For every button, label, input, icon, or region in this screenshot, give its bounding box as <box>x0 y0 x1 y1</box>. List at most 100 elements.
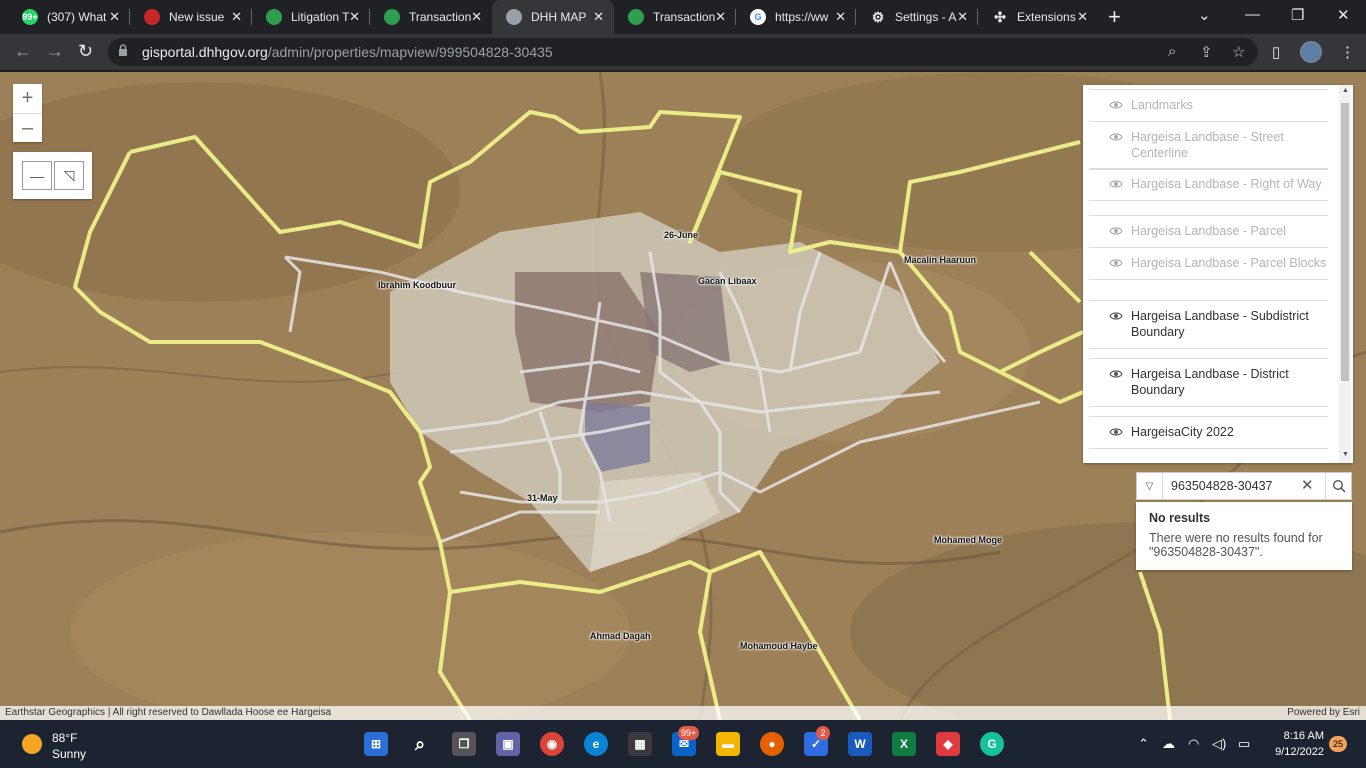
eye-icon[interactable] <box>1109 177 1123 191</box>
search-source-dropdown[interactable]: ▽ <box>1137 473 1163 499</box>
layer-label: Hargeisa Landbase - Parcel <box>1131 224 1286 238</box>
map-attribution: Earthstar Geographics | All right reserv… <box>0 706 1366 720</box>
side-panel-icon[interactable]: ▯ <box>1272 43 1280 61</box>
close-tab-icon[interactable]: ✕ <box>1077 9 1088 25</box>
tab-label: (307) What <box>47 10 107 24</box>
search-taskbar-icon[interactable]: ⌕ <box>408 732 432 756</box>
close-tab-icon[interactable]: ✕ <box>715 9 726 25</box>
address-bar[interactable]: gisportal.dhhgov.org/admin/properties/ma… <box>108 38 1258 66</box>
temperature: 88°F <box>52 731 78 745</box>
edge-icon[interactable]: e <box>584 732 608 756</box>
browser-tab[interactable]: G https://ww ✕ <box>736 0 856 34</box>
start-icon[interactable]: ⊞ <box>364 732 388 756</box>
attribution-text: Earthstar Geographics | All right reserv… <box>5 707 332 718</box>
puzzle-icon: ✣ <box>994 8 1006 25</box>
teams-icon[interactable]: ▣ <box>496 732 520 756</box>
eye-icon[interactable] <box>1109 367 1123 381</box>
close-window-icon[interactable]: ✕ <box>1337 6 1350 24</box>
layer-item[interactable]: Hargeisa Landbase - Right of Way <box>1089 168 1328 201</box>
eye-icon[interactable] <box>1109 425 1123 439</box>
layer-item[interactable]: Hargeisa Landbase - Parcel <box>1089 215 1328 248</box>
zoom-icon[interactable]: ⌕ <box>1168 43 1176 60</box>
menu-icon[interactable]: ⋮ <box>1340 43 1355 61</box>
system-clock[interactable]: 8:16 AM 9/12/2022 <box>1262 728 1324 760</box>
browser-tab[interactable]: ⚙ Settings - A ✕ <box>856 0 978 34</box>
tab-label: New issue <box>169 10 225 24</box>
onedrive-icon[interactable]: ☁ <box>1162 736 1175 752</box>
eye-icon[interactable] <box>1109 256 1123 270</box>
new-tab-button[interactable]: + <box>1108 4 1121 30</box>
forward-icon[interactable]: → <box>46 41 64 62</box>
tab-search-icon[interactable]: ⌄ <box>1198 6 1211 24</box>
profile-avatar[interactable] <box>1300 41 1322 63</box>
layer-item[interactable]: Hargeisa Landbase - Street Centerline <box>1089 121 1328 170</box>
file-explorer-icon[interactable]: ▬ <box>716 732 740 756</box>
close-tab-icon[interactable]: ✕ <box>957 9 968 25</box>
layer-item[interactable]: Hargeisa Landbase - Subdistrict Boundary <box>1089 300 1328 349</box>
firefox-icon[interactable]: ● <box>760 732 784 756</box>
close-tab-icon[interactable]: ✕ <box>593 9 604 25</box>
place-label: Ibrahim Koodbuur <box>378 280 456 290</box>
share-icon[interactable]: ⇪ <box>1200 43 1213 61</box>
browser-tab[interactable]: New issue ✕ <box>130 0 252 34</box>
minimize-icon[interactable]: — <box>1245 6 1260 23</box>
draw-line-button[interactable]: — <box>22 161 52 190</box>
wifi-icon[interactable]: ◠ <box>1188 736 1199 752</box>
close-tab-icon[interactable]: ✕ <box>471 9 482 25</box>
zoom-out-button[interactable]: – <box>13 113 42 142</box>
tab-label: Transaction <box>409 10 472 24</box>
browser-tab[interactable]: Transaction ✕ <box>614 0 736 34</box>
restore-icon[interactable]: ❐ <box>1291 6 1304 24</box>
show-hidden-icons-icon[interactable]: ⌃ <box>1138 736 1149 752</box>
eye-icon[interactable] <box>1109 130 1123 144</box>
browser-tab[interactable]: Transaction ✕ <box>370 0 492 34</box>
place-label: Ahmad Dagah <box>590 631 651 641</box>
place-label: 26-June <box>664 230 699 240</box>
excel-icon[interactable]: X <box>892 732 916 756</box>
eye-icon[interactable] <box>1109 309 1123 323</box>
search-button[interactable] <box>1325 473 1352 499</box>
close-tab-icon[interactable]: ✕ <box>109 9 120 25</box>
close-tab-icon[interactable]: ✕ <box>349 9 360 25</box>
volume-icon[interactable]: ◁) <box>1212 736 1226 752</box>
layer-label: Hargeisa Landbase - District Boundary <box>1131 367 1289 397</box>
chrome-icon[interactable]: ◉ <box>540 732 564 756</box>
draw-polygon-button[interactable]: ◹ <box>54 161 84 190</box>
reload-icon[interactable]: ↻ <box>78 41 93 62</box>
powered-by-esri[interactable]: Powered by Esri <box>1287 706 1360 720</box>
back-icon[interactable]: ← <box>14 41 32 62</box>
browser-tab[interactable]: ✣ Extensions ✕ <box>978 0 1098 34</box>
weather-condition: Sunny <box>52 747 87 761</box>
todo-badge: 2 <box>816 726 830 740</box>
clear-search-icon[interactable]: ✕ <box>1301 476 1314 494</box>
eye-icon[interactable] <box>1109 98 1123 112</box>
task-view-icon[interactable]: ❐ <box>452 732 476 756</box>
close-tab-icon[interactable]: ✕ <box>231 9 242 25</box>
grammarly-icon[interactable]: G <box>980 732 1004 756</box>
eye-icon[interactable] <box>1109 224 1123 238</box>
close-tab-icon[interactable]: ✕ <box>835 9 846 25</box>
layer-item[interactable]: Hargeisa Landbase - District Boundary <box>1089 358 1328 407</box>
word-icon[interactable]: W <box>848 732 872 756</box>
store-icon[interactable]: ▦ <box>628 732 652 756</box>
layer-list-scrollbar[interactable]: ▲ ▼ <box>1339 85 1351 463</box>
draw-toolbar: — ◹ <box>13 152 92 199</box>
layer-item[interactable]: HargeisaCity 2022 <box>1089 416 1328 449</box>
scrollbar-thumb[interactable] <box>1341 103 1349 381</box>
bookmark-star-icon[interactable]: ☆ <box>1232 43 1245 61</box>
scroll-down-arrow-icon[interactable]: ▼ <box>1342 451 1349 458</box>
browser-tab[interactable]: 99+ (307) What ✕ <box>8 0 130 34</box>
layer-item[interactable]: Landmarks <box>1089 89 1328 122</box>
zoom-in-button[interactable]: + <box>13 84 42 113</box>
anydesk-icon[interactable]: ◆ <box>936 732 960 756</box>
battery-icon[interactable]: ▭ <box>1238 736 1250 752</box>
scroll-up-arrow-icon[interactable]: ▲ <box>1342 87 1349 94</box>
site-icon <box>266 9 282 25</box>
url-host: gisportal.dhhgov.org <box>142 44 268 60</box>
notification-badge[interactable]: 25 <box>1329 736 1347 752</box>
search-input[interactable]: 963504828-30437 <box>1171 479 1273 493</box>
browser-tab-active[interactable]: DHH MAP ✕ <box>492 0 614 34</box>
browser-tab[interactable]: Litigation T ✕ <box>252 0 370 34</box>
layer-label: Hargeisa Landbase - Parcel Blocks <box>1131 256 1327 270</box>
layer-item[interactable]: Hargeisa Landbase - Parcel Blocks <box>1089 247 1328 280</box>
